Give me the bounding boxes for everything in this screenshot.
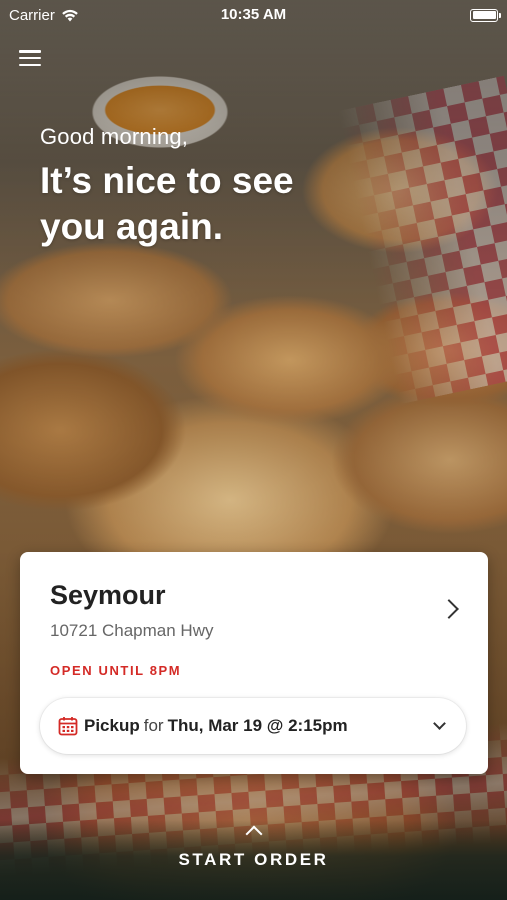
store-address: 10721 Chapman Hwy [50, 621, 214, 640]
menu-icon-line [19, 63, 41, 66]
location-card: Seymour 10721 Chapman Hwy OPEN UNTIL 8PM… [20, 552, 488, 774]
start-order-label: START ORDER [178, 850, 329, 869]
order-datetime: Thu, Mar 19 @ 2:15pm [167, 716, 348, 735]
menu-icon-line [19, 56, 41, 60]
battery-icon [470, 8, 501, 22]
calendar-icon [58, 717, 78, 736]
wifi-icon [62, 9, 78, 21]
order-time-text: Pickup for Thu, Mar 19 @ 2:15pm [84, 716, 435, 736]
menu-icon-line [19, 50, 41, 53]
greeting-message: It’s nice to see you again. [40, 160, 294, 247]
order-mode: Pickup [84, 716, 140, 735]
chevron-down-icon [433, 716, 446, 730]
menu-icon[interactable] [19, 48, 41, 68]
battery-level [472, 11, 496, 19]
location-selector[interactable]: Seymour 10721 Chapman Hwy [50, 580, 468, 641]
chevron-up-icon [245, 825, 262, 843]
greeting: Good morning, It’s nice to see you again… [40, 124, 480, 250]
status-bar: Carrier 10:35 AM [0, 0, 507, 30]
open-status: OPEN UNTIL 8PM [50, 663, 182, 678]
greeting-salutation: Good morning, [40, 124, 189, 149]
store-name: Seymour [50, 580, 166, 610]
carrier-label: Carrier [9, 6, 55, 24]
status-left: Carrier [9, 7, 79, 24]
start-order-button[interactable]: START ORDER [0, 822, 507, 870]
order-for-label: for [143, 716, 164, 735]
order-time-selector[interactable]: Pickup for Thu, Mar 19 @ 2:15pm [40, 698, 466, 754]
